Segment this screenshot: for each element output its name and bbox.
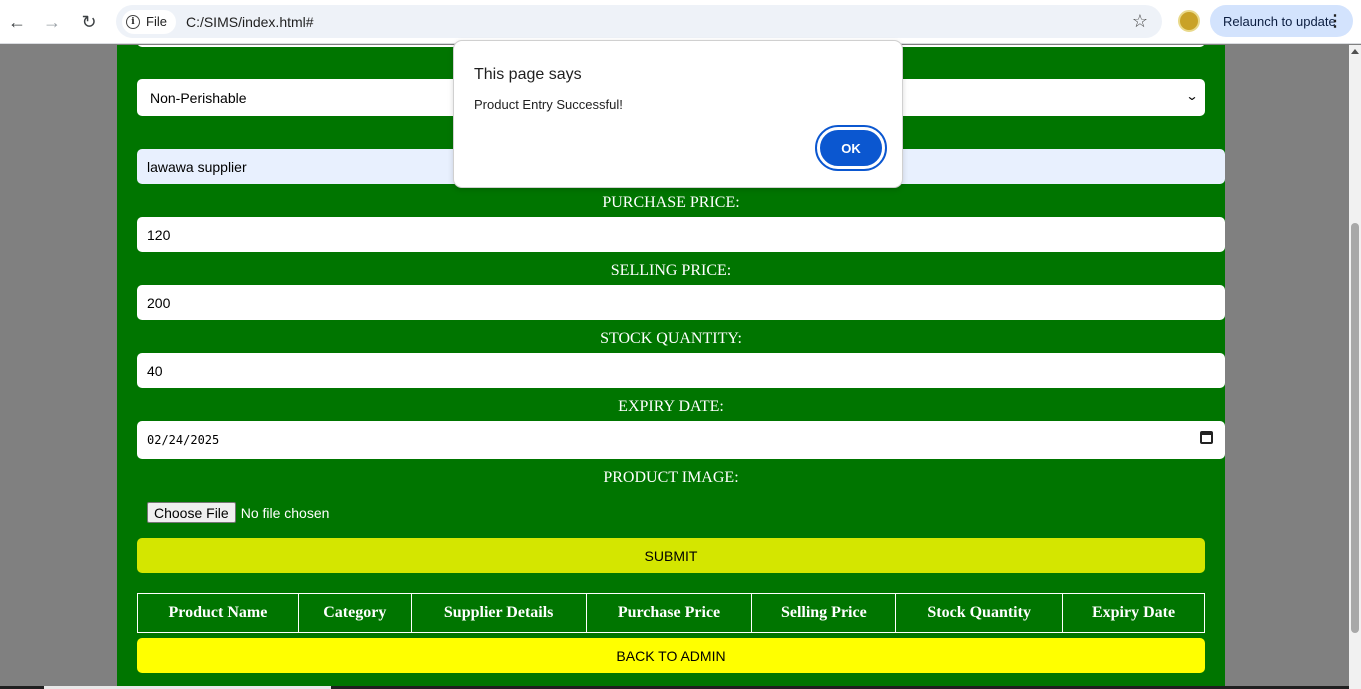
column-header: Product Name: [137, 593, 299, 633]
column-header: Category: [297, 593, 412, 633]
purchase-price-input[interactable]: 120: [137, 217, 1225, 252]
browser-toolbar: ← → ↻ i File C:/SIMS/index.html# ☆ Relau…: [0, 0, 1361, 44]
table-header-row: Product Name Category Supplier Details P…: [137, 593, 1205, 633]
supplier-input-value: lawawa supplier: [147, 158, 247, 175]
back-to-admin-button[interactable]: BACK TO ADMIN: [137, 638, 1205, 673]
calendar-icon[interactable]: [1200, 431, 1213, 444]
scrollbar-thumb[interactable]: [1351, 223, 1359, 633]
no-file-text: No file chosen: [240, 504, 330, 521]
product-table: Product Name Category Supplier Details P…: [137, 593, 1205, 633]
expiry-date-value: 02/24/2025: [147, 433, 220, 447]
column-header: Selling Price: [751, 593, 897, 633]
selling-price-input[interactable]: 200: [137, 285, 1225, 320]
submit-button[interactable]: SUBMIT: [137, 538, 1205, 573]
selling-price-label: SELLING PRICE:: [610, 262, 732, 279]
reload-icon[interactable]: ↻: [75, 8, 103, 36]
dialog-title: This page says: [474, 66, 582, 83]
stock-quantity-value: 40: [147, 362, 163, 379]
category-select-value: Non-Perishable: [150, 89, 247, 106]
choose-file-button[interactable]: Choose File: [147, 502, 236, 523]
site-chip-label: File: [146, 14, 167, 29]
product-image-label: PRODUCT IMAGE:: [603, 469, 739, 486]
menu-kebab-icon[interactable]: ⋮: [1327, 11, 1343, 31]
address-bar[interactable]: i File C:/SIMS/index.html# ☆: [116, 5, 1162, 38]
ok-button[interactable]: OK: [815, 125, 887, 171]
site-info-chip[interactable]: i File: [122, 9, 176, 34]
chevron-down-icon: ⌄: [1185, 89, 1199, 103]
scroll-up-arrow-icon[interactable]: [1351, 49, 1359, 54]
forward-arrow-icon[interactable]: →: [38, 8, 66, 36]
bookmark-star-icon[interactable]: ☆: [1132, 11, 1148, 32]
url-text[interactable]: C:/SIMS/index.html#: [186, 14, 314, 30]
dialog-message: Product Entry Successful!: [474, 97, 623, 112]
column-header: Stock Quantity: [895, 593, 1064, 633]
page-scrollbar[interactable]: [1349, 45, 1361, 689]
relaunch-label: Relaunch to update: [1223, 13, 1336, 29]
profile-avatar[interactable]: [1178, 10, 1200, 32]
stock-quantity-input[interactable]: 40: [137, 353, 1225, 388]
info-icon: i: [126, 14, 140, 29]
column-header: Supplier Details: [410, 593, 587, 633]
relaunch-button[interactable]: Relaunch to update ⋮: [1210, 5, 1353, 37]
purchase-price-value: 120: [147, 226, 171, 243]
column-header: Expiry Date: [1062, 593, 1205, 633]
column-header: Purchase Price: [585, 593, 753, 633]
stock-quantity-label: STOCK QUANTITY:: [600, 330, 742, 347]
purchase-price-label: PURCHASE PRICE:: [602, 194, 740, 211]
expiry-date-input[interactable]: 02/24/2025: [137, 421, 1225, 459]
selling-price-value: 200: [147, 294, 171, 311]
product-image-input[interactable]: Choose File No file chosen: [147, 502, 329, 523]
expiry-date-label: EXPIRY DATE:: [618, 398, 724, 415]
back-arrow-icon[interactable]: ←: [3, 8, 31, 36]
alert-dialog: This page says Product Entry Successful!…: [453, 40, 903, 188]
